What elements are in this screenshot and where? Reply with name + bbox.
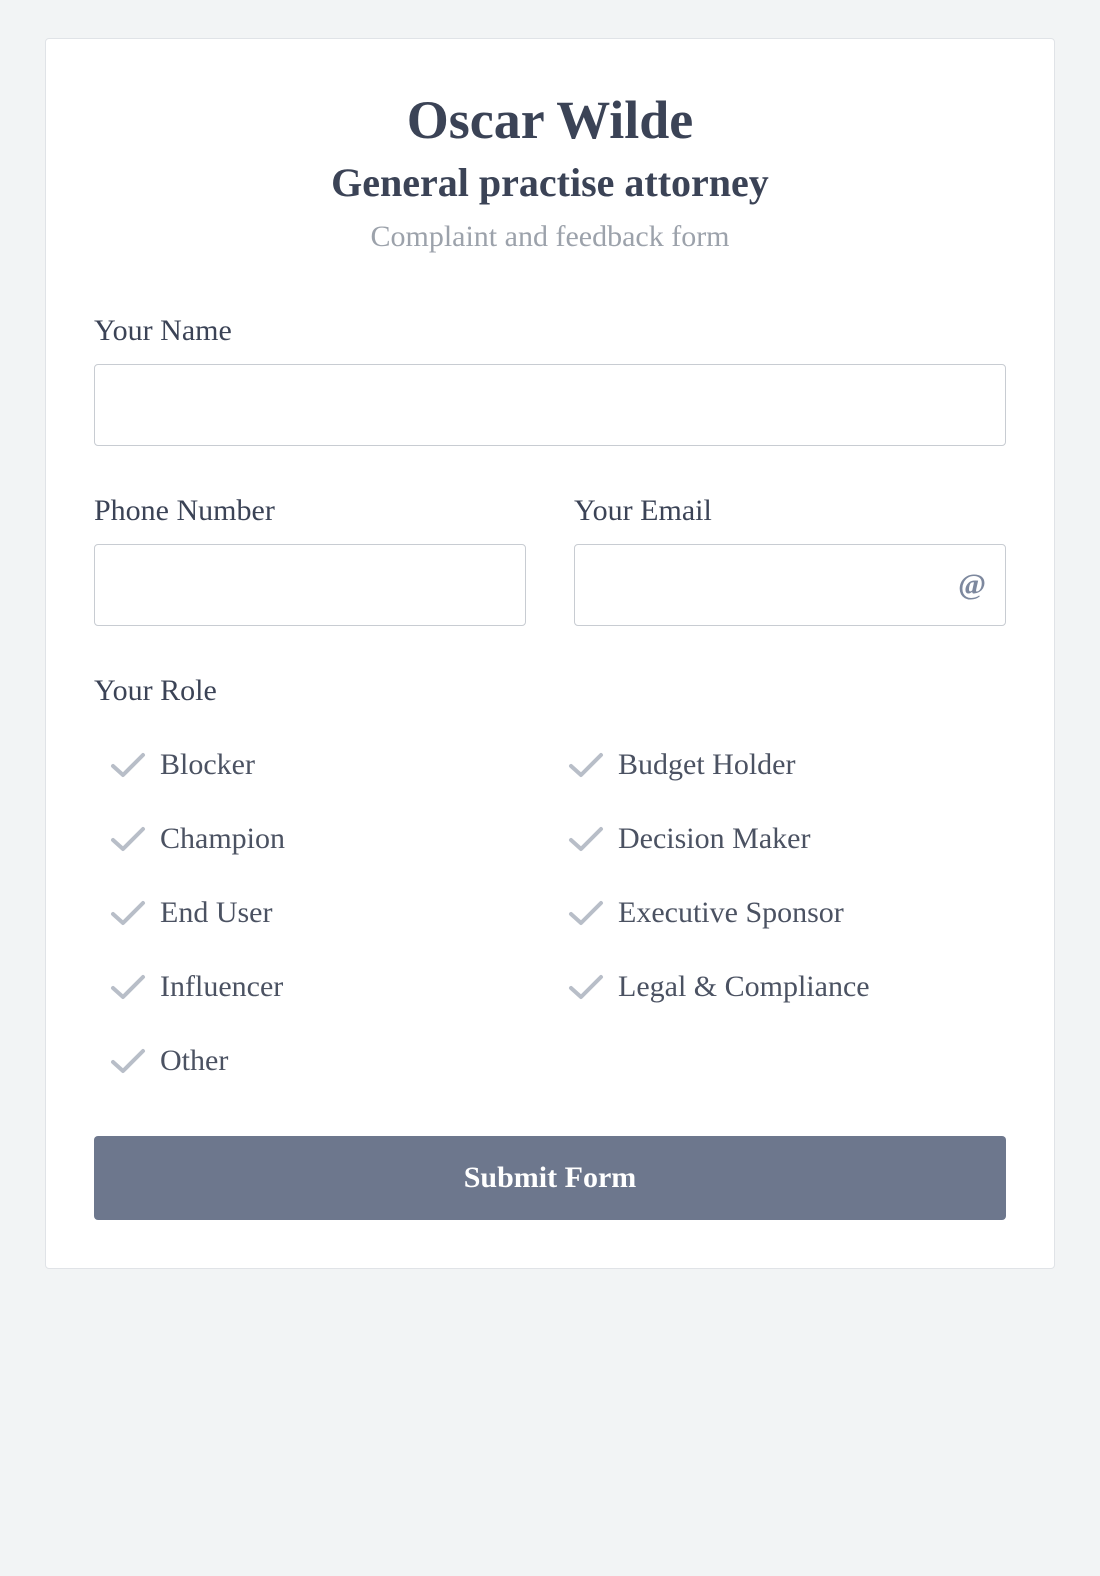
role-option-executive-sponsor[interactable]: Executive Sponsor xyxy=(568,896,1006,930)
role-option-label: Influencer xyxy=(160,970,283,1004)
role-option-budget-holder[interactable]: Budget Holder xyxy=(568,748,1006,782)
check-icon xyxy=(110,973,146,1001)
role-option-label: Other xyxy=(160,1044,228,1078)
check-icon xyxy=(110,899,146,927)
role-option-label: Executive Sponsor xyxy=(618,896,844,930)
role-option-champion[interactable]: Champion xyxy=(110,822,548,856)
email-label: Your Email xyxy=(574,494,1006,528)
form-subtitle: General practise attorney xyxy=(94,159,1006,206)
email-input-wrapper: @ xyxy=(574,544,1006,626)
check-icon xyxy=(568,751,604,779)
check-icon xyxy=(110,1047,146,1075)
submit-button[interactable]: Submit Form xyxy=(94,1136,1006,1220)
role-option-end-user[interactable]: End User xyxy=(110,896,548,930)
phone-label: Phone Number xyxy=(94,494,526,528)
role-option-decision-maker[interactable]: Decision Maker xyxy=(568,822,1006,856)
check-icon xyxy=(110,751,146,779)
role-option-label: Budget Holder xyxy=(618,748,795,782)
email-field-group: Your Email @ xyxy=(574,494,1006,626)
role-grid: Blocker Budget Holder Champion Decision … xyxy=(94,724,1006,1078)
contact-row: Phone Number Your Email @ xyxy=(94,494,1006,626)
role-option-legal-compliance[interactable]: Legal & Compliance xyxy=(568,970,1006,1004)
role-label: Your Role xyxy=(94,674,1006,708)
role-option-label: Blocker xyxy=(160,748,255,782)
email-input[interactable] xyxy=(574,544,1006,626)
role-field-group: Your Role Blocker Budget Holder Champion xyxy=(94,674,1006,1078)
name-field-group: Your Name xyxy=(94,314,1006,446)
form-card: Oscar Wilde General practise attorney Co… xyxy=(45,38,1055,1269)
role-option-label: End User xyxy=(160,896,272,930)
form-description: Complaint and feedback form xyxy=(94,220,1006,254)
check-icon xyxy=(568,973,604,1001)
form-header: Oscar Wilde General practise attorney Co… xyxy=(94,89,1006,254)
name-input[interactable] xyxy=(94,364,1006,446)
role-option-other[interactable]: Other xyxy=(110,1044,548,1078)
check-icon xyxy=(110,825,146,853)
at-icon: @ xyxy=(958,568,986,602)
role-option-label: Champion xyxy=(160,822,285,856)
role-option-influencer[interactable]: Influencer xyxy=(110,970,548,1004)
role-option-label: Legal & Compliance xyxy=(618,970,870,1004)
phone-input[interactable] xyxy=(94,544,526,626)
phone-field-group: Phone Number xyxy=(94,494,526,626)
check-icon xyxy=(568,899,604,927)
role-option-blocker[interactable]: Blocker xyxy=(110,748,548,782)
form-title: Oscar Wilde xyxy=(94,89,1006,151)
role-option-label: Decision Maker xyxy=(618,822,810,856)
check-icon xyxy=(568,825,604,853)
name-label: Your Name xyxy=(94,314,1006,348)
